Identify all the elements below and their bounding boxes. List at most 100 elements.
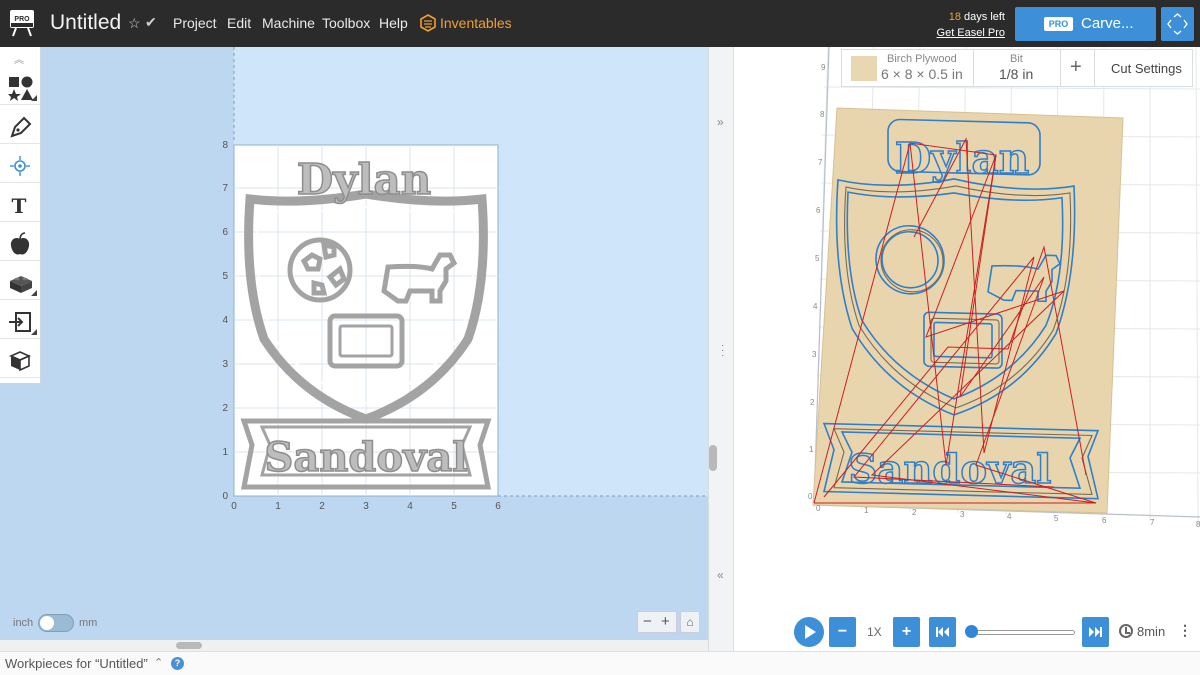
py-tick: 9: [821, 63, 826, 72]
panel-divider[interactable]: » · · · «: [708, 47, 734, 651]
inventables-hex-icon[interactable]: [420, 14, 436, 32]
apple-icon: [10, 232, 30, 255]
workpieces-bar[interactable]: Workpieces for “Untitled” ⌃ ?: [0, 651, 1200, 675]
bit-value[interactable]: 1/8 in: [999, 66, 1033, 82]
bit-label[interactable]: Bit: [1010, 53, 1023, 65]
drag-handle-icon[interactable]: · · ·: [721, 341, 724, 361]
collapse-up-icon[interactable]: ︽: [14, 51, 24, 66]
py-tick: 2: [810, 398, 815, 407]
expand-button[interactable]: [1161, 7, 1194, 41]
pro-badge: PRO: [1044, 17, 1073, 31]
play-button[interactable]: [794, 617, 824, 647]
svg-text:T: T: [12, 194, 27, 218]
speed-value: 1X: [867, 625, 882, 639]
star-icon[interactable]: ☆: [128, 15, 141, 32]
vertical-scroll-thumb[interactable]: [709, 445, 717, 471]
y-tick: 0: [222, 491, 228, 502]
design-canvas[interactable]: Dylan Sandoval 0 1 2 3 4 5 6 0 1 2 3 4 5…: [0, 47, 708, 640]
horizontal-scrollbar[interactable]: [0, 640, 708, 651]
pen-icon: [10, 116, 32, 138]
py-tick: 5: [815, 254, 820, 263]
submenu-indicator: [31, 329, 37, 335]
zoom-out-button[interactable]: −: [643, 613, 652, 630]
material-bar: Birch Plywood 6 × 8 × 0.5 in Bit 1/8 in …: [841, 49, 1193, 87]
trial-suffix: days left: [960, 11, 1005, 23]
help-icon[interactable]: ?: [171, 657, 184, 670]
saved-check-icon: ✔: [145, 14, 157, 30]
simulation-controls: − 1X + 8min ⋮: [734, 614, 1200, 650]
tool-pen[interactable]: [0, 106, 40, 144]
px-tick: 7: [1150, 518, 1155, 527]
menu-edit[interactable]: Edit: [227, 15, 251, 31]
carve-label: Carve...: [1081, 15, 1134, 32]
py-tick: 0: [808, 492, 813, 501]
skip-end-button[interactable]: [1082, 617, 1109, 647]
progress-slider-knob[interactable]: [965, 625, 978, 638]
menu-toolbox[interactable]: Toolbox: [322, 15, 370, 31]
design-x-axis: 0 1 2 3 4 5 6: [231, 501, 501, 512]
skip-end-icon: [1089, 627, 1102, 637]
x-tick: 3: [363, 501, 369, 512]
tool-apps[interactable]: [0, 223, 40, 261]
add-bit-button[interactable]: +: [1070, 56, 1082, 79]
preview-text-top: Dylan: [895, 134, 1030, 183]
rewind-button[interactable]: [929, 617, 956, 647]
y-tick: 1: [222, 447, 228, 458]
carve-preview[interactable]: Dylan Sandoval 0 1 2 3 4 5 6 7 8 0 1 2 3…: [734, 47, 1200, 651]
px-tick: 4: [1007, 512, 1012, 521]
px-tick: 5: [1054, 514, 1059, 523]
speed-down-button[interactable]: −: [829, 617, 856, 647]
y-tick: 8: [222, 140, 228, 151]
toggle-knob: [40, 616, 54, 630]
tool-3d[interactable]: [0, 340, 40, 378]
get-easel-pro-link[interactable]: Get Easel Pro: [937, 27, 1005, 39]
scroll-thumb[interactable]: [176, 642, 202, 649]
carve-button[interactable]: PRO Carve...: [1015, 7, 1156, 41]
material-dimensions[interactable]: 6 × 8 × 0.5 in: [881, 66, 963, 82]
design-text-top[interactable]: Dylan: [296, 154, 432, 205]
menu-help[interactable]: Help: [379, 15, 408, 31]
tool-parts[interactable]: [0, 262, 40, 300]
unit-toggle[interactable]: [38, 614, 74, 632]
logo-text: PRO: [14, 16, 30, 23]
material-name[interactable]: Birch Plywood: [887, 53, 957, 65]
submenu-indicator: [31, 290, 37, 296]
speed-up-button[interactable]: +: [893, 617, 920, 647]
tool-shapes[interactable]: [0, 67, 40, 105]
trial-notice: 18 days left Get Easel Pro: [925, 9, 1005, 41]
px-tick: 1: [864, 506, 869, 515]
rewind-icon: [936, 627, 949, 637]
inventables-link[interactable]: Inventables: [440, 15, 512, 31]
px-tick: 3: [960, 510, 965, 519]
document-title[interactable]: Untitled: [50, 11, 121, 35]
menu-project[interactable]: Project: [173, 15, 217, 31]
preview-3d-view: Dylan Sandoval 0 1 2 3 4 5 6 7 8 0 1 2 3…: [808, 47, 1200, 529]
progress-slider[interactable]: [971, 630, 1075, 635]
workpieces-label[interactable]: Workpieces for “Untitled”: [5, 656, 148, 671]
tool-point[interactable]: [0, 145, 40, 183]
separator: [1060, 50, 1061, 86]
expand-right-icon[interactable]: »: [717, 115, 724, 129]
design-text-bottom[interactable]: Sandoval: [264, 433, 468, 482]
cut-settings-button[interactable]: Cut Settings: [1111, 61, 1182, 76]
chevron-up-icon[interactable]: ⌃: [154, 656, 163, 669]
py-tick: 1: [809, 445, 814, 454]
zoom-control: − +: [637, 611, 677, 633]
easel-pro-logo-icon[interactable]: PRO: [9, 9, 35, 37]
estimated-time: 8min: [1137, 624, 1166, 639]
more-options-icon[interactable]: ⋮: [1178, 622, 1192, 639]
tool-import[interactable]: [0, 301, 40, 339]
x-tick: 6: [495, 501, 501, 512]
material-swatch[interactable]: [851, 56, 877, 81]
x-tick: 1: [275, 501, 281, 512]
py-tick: 7: [818, 158, 823, 167]
tool-text[interactable]: T: [0, 184, 40, 222]
expand-arrows-icon: [1167, 13, 1188, 35]
menu-machine[interactable]: Machine: [262, 15, 315, 31]
home-icon[interactable]: ⌂: [680, 611, 700, 633]
expand-left-icon[interactable]: «: [717, 568, 724, 582]
separator: [973, 50, 974, 86]
y-tick: 5: [222, 271, 228, 282]
px-tick: 8: [1196, 520, 1200, 529]
zoom-in-button[interactable]: +: [661, 613, 670, 630]
